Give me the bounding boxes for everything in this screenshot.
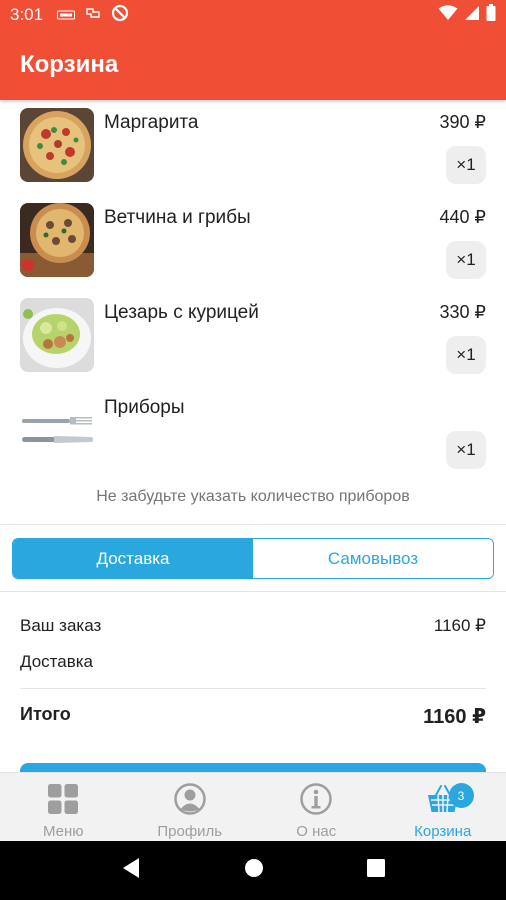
cart-content[interactable]: Маргарита 390 ₽ ×1 Ветчина и грибы 440 ₽… <box>0 100 506 772</box>
home-icon[interactable] <box>244 858 264 883</box>
delivery-option[interactable]: Доставка <box>13 539 253 578</box>
order-label: Ваш заказ <box>20 616 102 635</box>
nav-label: Меню <box>42 823 84 840</box>
carrier-icon <box>85 5 101 25</box>
nav-item-profile[interactable]: Профиль <box>127 773 254 841</box>
nav-label: Корзина <box>414 823 472 840</box>
checkout-button[interactable] <box>20 763 486 772</box>
cart-item[interactable]: Приборы ×1 <box>0 385 506 480</box>
status-time: 3:01 <box>10 5 44 24</box>
quantity-button[interactable]: ×1 <box>446 146 486 184</box>
item-name: Приборы <box>104 397 185 418</box>
nav-item-menu[interactable]: Меню <box>0 773 127 841</box>
divider <box>0 524 506 525</box>
system-nav-bar <box>0 841 506 900</box>
do-not-disturb-icon <box>111 4 129 27</box>
status-bar: 3:01 <box>0 0 506 30</box>
profile-icon <box>173 782 207 816</box>
total-value: 1160 ₽ <box>423 706 486 728</box>
recents-icon[interactable] <box>366 859 385 882</box>
cart-item[interactable]: Маргарита 390 ₽ ×1 <box>0 100 506 195</box>
cart-item[interactable]: Цезарь с курицей 330 ₽ ×1 <box>0 290 506 385</box>
nav-label: О нас <box>296 823 337 840</box>
battery-icon <box>486 4 496 26</box>
pizza-ham-mushroom-image <box>20 203 94 277</box>
delivery-row: Доставка <box>20 652 486 672</box>
item-price: 390 ₽ <box>439 112 487 132</box>
bottom-nav: Меню Профиль О нас 3 Корзина <box>0 772 506 841</box>
nav-item-about[interactable]: О нас <box>253 773 380 841</box>
total-label: Итого <box>20 704 71 724</box>
pizza-margherita-image <box>20 108 94 182</box>
cutlery-hint: Не забудьте указать количество приборов <box>96 488 410 505</box>
grid-icon <box>46 782 80 816</box>
app-bar: Корзина <box>0 30 506 100</box>
quantity-button[interactable]: ×1 <box>446 431 486 469</box>
cart-count-badge: 3 <box>448 783 474 808</box>
caesar-salad-image <box>20 298 94 372</box>
wifi-icon <box>438 4 458 26</box>
divider <box>20 688 486 689</box>
total-row: Итого 1160 ₽ <box>20 704 486 729</box>
quantity-button[interactable]: ×1 <box>446 336 486 374</box>
nav-label: Профиль <box>157 823 223 840</box>
cutlery-image <box>20 393 94 467</box>
order-value: 1160 ₽ <box>433 616 486 635</box>
item-name: Маргарита <box>104 112 199 133</box>
item-price: 440 ₽ <box>439 207 487 227</box>
item-name: Цезарь с курицей <box>104 302 259 323</box>
divider <box>0 591 506 592</box>
signal-icon <box>464 5 480 26</box>
cart-item[interactable]: Ветчина и грибы 440 ₽ ×1 <box>0 195 506 290</box>
info-icon <box>299 782 333 816</box>
back-icon[interactable] <box>121 857 141 884</box>
delivery-label: Доставка <box>20 652 94 671</box>
sim-icon <box>57 5 76 25</box>
delivery-toggle[interactable]: Доставка Самовывоз <box>12 538 494 579</box>
page-title: Корзина <box>20 51 119 78</box>
item-price: 330 ₽ <box>439 302 487 322</box>
pickup-option[interactable]: Самовывоз <box>253 539 493 578</box>
nav-item-cart[interactable]: 3 Корзина <box>380 773 506 841</box>
item-name: Ветчина и грибы <box>104 207 251 228</box>
order-subtotal-row: Ваш заказ 1160 ₽ <box>20 616 486 636</box>
quantity-button[interactable]: ×1 <box>446 241 486 279</box>
